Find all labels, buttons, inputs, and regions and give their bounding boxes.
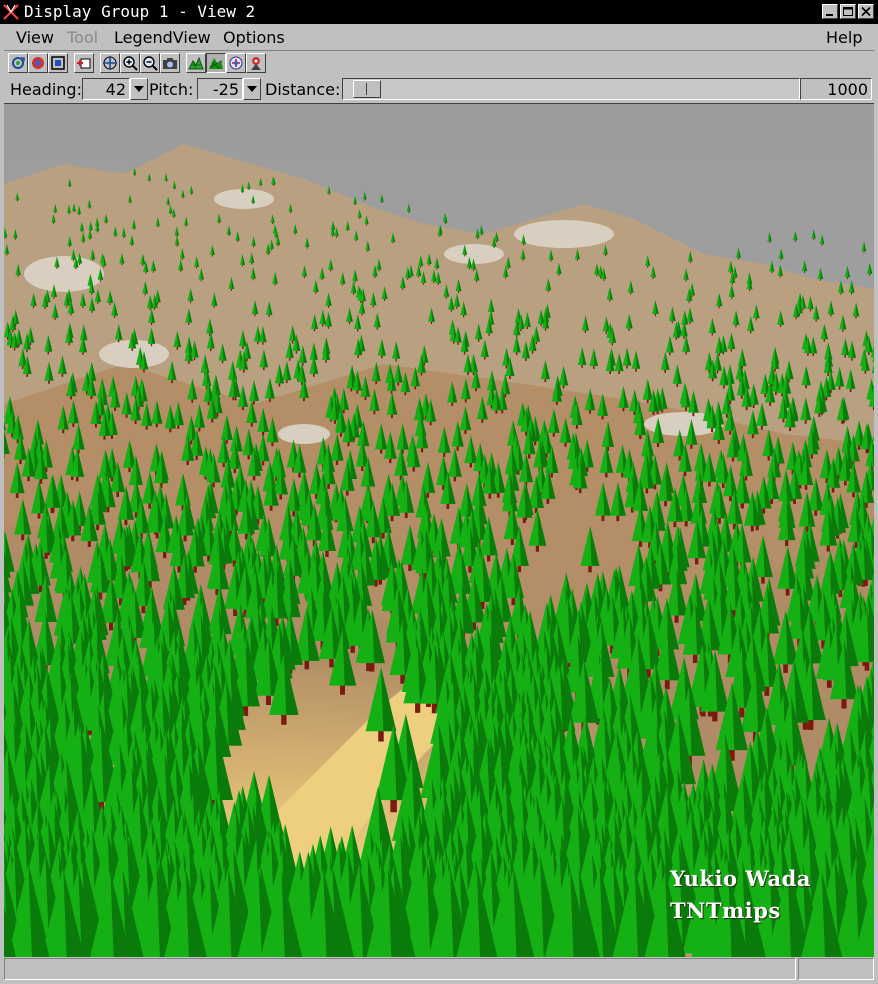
scene-settings-icon[interactable] xyxy=(226,53,246,73)
minimize-icon[interactable] xyxy=(822,4,838,19)
toolbar xyxy=(4,52,874,76)
pan-icon[interactable] xyxy=(100,53,120,73)
view-controls: Heading: 42 Pitch: -25 Distance: 1000 xyxy=(4,76,874,102)
chevron-down-icon xyxy=(247,86,257,92)
menu-bar: View Tool LegendView Options Help xyxy=(4,24,874,51)
title-bar: Display Group 1 - View 2 xyxy=(0,0,878,24)
distance-field[interactable]: 1000 xyxy=(800,78,872,100)
status-bar xyxy=(4,958,874,980)
terrain-scene xyxy=(4,104,874,957)
app-icon[interactable] xyxy=(2,3,20,21)
snapshot-icon[interactable] xyxy=(160,53,180,73)
heading-field[interactable]: 42 xyxy=(82,78,130,100)
3d-forest-view[interactable]: Yukio Wada TNTmips xyxy=(4,103,874,957)
menu-view[interactable]: View xyxy=(16,28,54,47)
distance-slider-thumb[interactable] xyxy=(353,80,382,98)
full-view-icon[interactable] xyxy=(48,53,68,73)
heading-label: Heading: xyxy=(10,80,82,99)
status-indicator xyxy=(798,958,874,980)
zoom-in-icon[interactable] xyxy=(120,53,140,73)
pitch-label: Pitch: xyxy=(149,80,194,99)
bare-ground-patch xyxy=(514,220,614,248)
heading-dropdown[interactable] xyxy=(130,78,148,100)
zoom-out-icon[interactable] xyxy=(140,53,160,73)
stop-icon[interactable] xyxy=(28,53,48,73)
distance-label: Distance: xyxy=(265,80,341,99)
forest-render-icon[interactable] xyxy=(206,53,226,73)
distance-slider[interactable] xyxy=(342,78,800,100)
pitch-dropdown[interactable] xyxy=(243,78,261,100)
redraw-icon[interactable] xyxy=(8,53,28,73)
watermark-name: Yukio Wada xyxy=(670,866,811,891)
layer-add-icon[interactable] xyxy=(74,53,94,73)
window-title: Display Group 1 - View 2 xyxy=(24,2,256,21)
menu-help[interactable]: Help xyxy=(826,28,862,47)
pitch-field[interactable]: -25 xyxy=(197,78,243,100)
menu-legend-view[interactable]: LegendView xyxy=(114,28,211,47)
terrain-mesh-icon[interactable] xyxy=(186,53,206,73)
close-icon[interactable] xyxy=(858,4,874,19)
menu-tool[interactable]: Tool xyxy=(67,28,98,47)
status-message xyxy=(4,958,796,980)
viewer-position-icon[interactable] xyxy=(246,53,266,73)
menu-options[interactable]: Options xyxy=(223,28,285,47)
chevron-down-icon xyxy=(134,86,144,92)
bare-ground-patch xyxy=(214,189,274,209)
watermark-app: TNTmips xyxy=(670,898,781,923)
maximize-icon[interactable] xyxy=(840,4,856,19)
